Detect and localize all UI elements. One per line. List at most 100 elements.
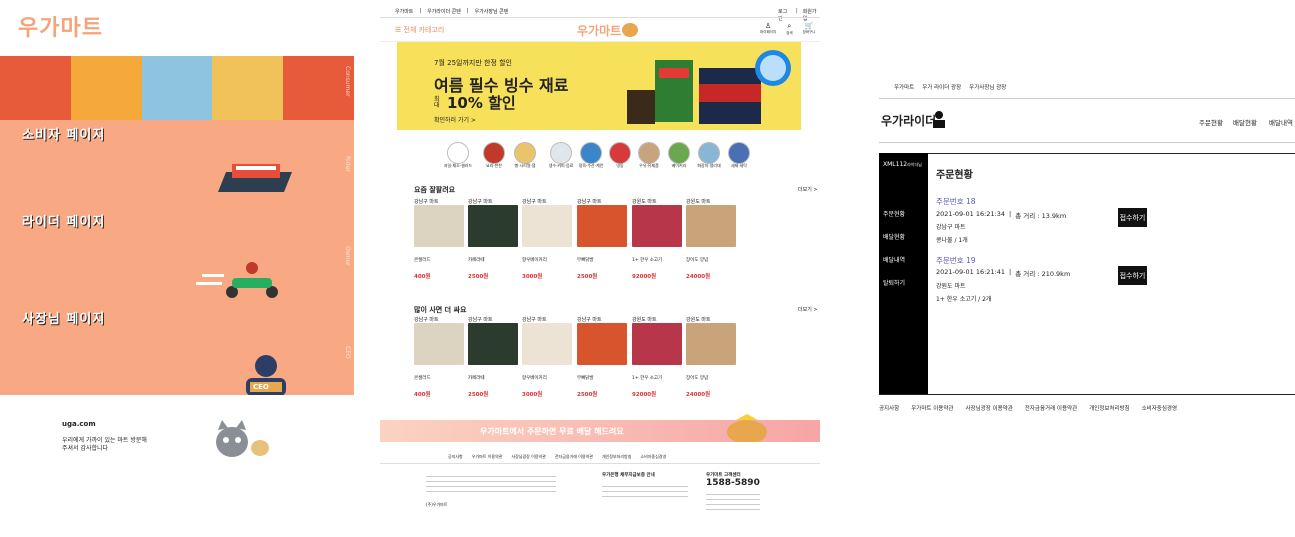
nav-history[interactable]: 배달내역 xyxy=(1269,117,1293,127)
consumer-logo[interactable]: 우가마트 xyxy=(18,10,103,42)
side-label: Owner xyxy=(344,246,351,266)
product-card[interactable]: 강남구 마트 항우베이커리 3000원 xyxy=(522,316,572,398)
cart-label: 장바구니 xyxy=(802,30,816,34)
footer-link[interactable]: 사장님광장 이용약관 xyxy=(965,404,1012,412)
mart-main-page: 우가마트 | 우가라이더 콘텐 | 우가사장님 콘텐 로그인 | 회원가입 ☰ 전체 … xyxy=(380,0,820,537)
product-card[interactable]: 강남구 마트 항우베이커리 3000원 xyxy=(522,198,572,280)
accept-button[interactable]: 접수하기 xyxy=(1118,208,1147,227)
category-item[interactable]: 생수·커피·음료 xyxy=(546,163,576,169)
top-link-mart[interactable]: 우가마트 xyxy=(395,8,413,15)
order-item: 1+ 한우 소고기 / 2개 xyxy=(936,296,992,303)
product-card[interactable]: 강원도 마트 장어도 양념 24000원 xyxy=(686,316,736,398)
footer-link[interactable]: 개인정보처리방침 xyxy=(1089,404,1129,412)
search-icon[interactable]: ⌕ xyxy=(786,22,792,31)
more-link[interactable]: 더보기 > xyxy=(798,186,818,193)
category-menu-button[interactable]: ☰ 전체 카테고리 xyxy=(395,25,444,35)
banner-cta[interactable]: 확인하러 가기 > xyxy=(434,115,476,124)
product-image xyxy=(522,323,572,365)
product-card[interactable]: 강남구 마트 무뼈닭발 2500원 xyxy=(577,316,627,398)
accept-button[interactable]: 접수하기 xyxy=(1118,266,1147,285)
top-link-owner[interactable]: 우가사장님 콘텐 xyxy=(475,8,509,15)
product-card[interactable]: 강원도 마트 1+ 한우 소고기 92000원 xyxy=(632,316,682,398)
product-card[interactable]: 강원도 마트 장어도 양념 24000원 xyxy=(686,198,736,280)
product-card[interactable]: 강남구 마트 콘샐러드 400원 xyxy=(414,198,464,280)
sidebar-item-orders[interactable]: 주문현황 xyxy=(883,209,905,218)
nav-deliveries[interactable]: 배달현황 xyxy=(1233,117,1257,127)
product-image xyxy=(632,323,682,365)
category-item[interactable]: 우유·유제품 xyxy=(634,163,664,169)
footer-link[interactable]: 공지사항 xyxy=(448,454,463,460)
footer-link[interactable]: 사장님광장 이용약관 xyxy=(511,454,545,460)
top-link-rider[interactable]: 우가 라이더 광장 xyxy=(922,83,961,91)
rider-page-link[interactable]: 라이더 페이지 xyxy=(22,211,105,230)
signup-link[interactable]: 회원가입 xyxy=(803,8,820,22)
category-item[interactable]: 요리·반찬 xyxy=(479,163,509,169)
footer-message: 우리에게 가까이 있는 마트 방문해 주셔서 감사합니다 xyxy=(62,437,147,452)
product-image xyxy=(468,205,518,247)
top-link-owner[interactable]: 우가사장님 광장 xyxy=(969,83,1006,91)
category-item[interactable]: 정육·수산·계란 xyxy=(576,163,606,169)
footer-site: uga.com xyxy=(62,420,96,428)
footer-link[interactable]: 소비자중심경영 xyxy=(640,454,666,460)
cart-icon[interactable]: 🛒 xyxy=(803,22,816,30)
mascot-icon xyxy=(622,23,638,37)
nav-orders[interactable]: 주문현황 xyxy=(1199,117,1223,127)
product-card[interactable]: 강남구 마트 무뼈닭발 2500원 xyxy=(577,198,627,280)
promo-banner[interactable]: 7월 25일까지만 한정 할인 여름 필수 빙수 재료 최대 10% 할인 확인… xyxy=(397,42,801,130)
footer-link[interactable]: 전자금융거래 이용약관 xyxy=(555,454,593,460)
protection-text xyxy=(602,482,688,500)
delivery-rider-icon xyxy=(196,262,278,298)
sidebar-item-withdraw[interactable]: 탈퇴하기 xyxy=(883,278,905,287)
category-item[interactable]: 화장지·생리대 xyxy=(694,163,724,169)
banner-discount: 10% 할인 xyxy=(447,94,516,112)
more-link[interactable]: 더보기 > xyxy=(798,306,818,313)
top-link-mart[interactable]: 우가마트 xyxy=(894,83,914,91)
product-card[interactable]: 강남구 마트 카페라떼 2500원 xyxy=(468,316,518,398)
login-link[interactable]: 로그인 xyxy=(778,8,791,22)
footer-link[interactable]: 전자금융거래 이용약관 xyxy=(1025,404,1077,412)
product-image xyxy=(414,323,464,365)
footer-link[interactable]: 공지사항 xyxy=(879,404,899,412)
cat-mascot-icon xyxy=(216,420,269,457)
rider-logo[interactable]: 우가라이더 xyxy=(881,112,936,129)
footer-link[interactable]: 우가마트 이용약관 xyxy=(472,454,503,460)
order-number[interactable]: 주문번호 19 xyxy=(936,255,976,266)
rider-mascot-icon xyxy=(933,111,945,128)
cs-phone: 1588-5890 xyxy=(706,478,760,488)
sidebar-item-deliveries[interactable]: 배달현황 xyxy=(883,232,905,241)
product-image xyxy=(686,323,736,365)
banner-max: 최대 xyxy=(434,96,440,109)
product-image xyxy=(577,323,627,365)
product-card[interactable]: 강남구 마트 콘샐러드 400원 xyxy=(414,316,464,398)
company-info-text xyxy=(426,472,556,496)
rider-page: 우가마트 우가 라이더 광장 우가사장님 광장 우가라이더 주문현황 배달현황 … xyxy=(879,80,1295,420)
product-card[interactable]: 강남구 마트 카페라떼 2500원 xyxy=(468,198,518,280)
free-delivery-banner[interactable]: 우가마트에서 주문하면 무료 배달 해드려요 xyxy=(380,414,820,442)
side-label: CEO xyxy=(344,346,351,359)
owner-page-link[interactable]: 사장님 페이지 xyxy=(22,308,105,327)
section-title-popular: 요즘 잘팔려요 xyxy=(414,186,456,194)
category-item[interactable]: 빵·시리얼·잼 xyxy=(510,163,540,169)
category-item[interactable]: 베이커리 xyxy=(664,163,694,169)
product-image xyxy=(414,205,464,247)
role-select-card: 소비자 페이지 라이더 페이지 사장님 페이지 CEO Consumer Rid… xyxy=(0,56,354,395)
consumer-page-link[interactable]: 소비자 페이지 xyxy=(22,124,105,143)
order-meta: 2021-09-01 16:21:41 | 총 거리 : 210.9km xyxy=(936,268,1071,278)
category-item[interactable]: 과일·채소·샐러드 xyxy=(443,163,473,169)
product-card[interactable]: 강원도 마트 1+ 한우 소고기 92000원 xyxy=(632,198,682,280)
category-item[interactable]: 냉동 xyxy=(605,163,635,169)
search-label: 검색 xyxy=(786,31,793,35)
section-title-bulk: 많이 사면 더 싸요 xyxy=(414,306,467,314)
product-image xyxy=(468,323,518,365)
category-item[interactable]: 세제·세탁 xyxy=(724,163,754,169)
user-icon[interactable]: ♙ xyxy=(760,22,776,30)
sidebar-item-history[interactable]: 배달내역 xyxy=(883,255,905,264)
footer-link[interactable]: 우가마트 이용약관 xyxy=(911,404,953,412)
order-meta: 2021-09-01 16:21:34 | 총 거리 : 13.9km xyxy=(936,210,1067,220)
page-title: 주문현황 xyxy=(936,170,973,181)
mart-logo[interactable]: 우가마트 xyxy=(577,22,621,39)
footer-link[interactable]: 개인정보처리방침 xyxy=(602,454,631,460)
footer-link[interactable]: 소비자중심경영 xyxy=(1142,404,1177,412)
order-number[interactable]: 주문번호 18 xyxy=(936,196,976,207)
top-link-rider[interactable]: 우가라이더 콘텐 xyxy=(427,8,461,15)
